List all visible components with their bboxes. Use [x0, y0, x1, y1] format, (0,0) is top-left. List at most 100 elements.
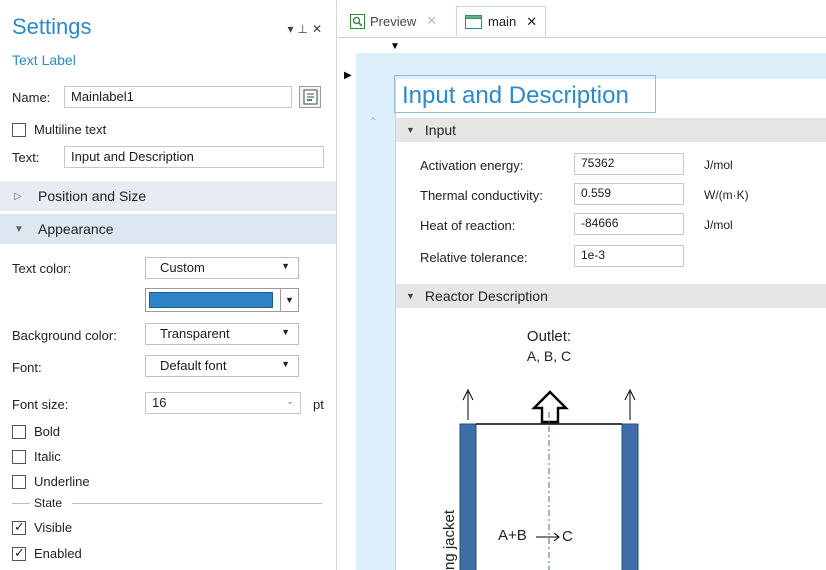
tab-bar: Preview ✕ main ✕: [338, 0, 826, 38]
close-icon[interactable]: ✕: [312, 22, 326, 36]
italic-label: Italic: [34, 449, 61, 464]
position-size-label: Position and Size: [38, 188, 147, 204]
chevron-right-icon: ▷: [14, 190, 22, 202]
tab-main-label: main: [488, 14, 517, 29]
chevron-up-icon: ⌃: [368, 115, 379, 129]
pin-icon[interactable]: ⊥: [297, 22, 311, 36]
visible-checkbox[interactable]: [12, 519, 26, 535]
reactor-diagram: Outlet: A, B, C A+B C ng jacket: [441, 328, 639, 570]
note-icon: [303, 89, 318, 105]
bg-color-label: Background color:: [12, 328, 117, 343]
chevron-down-icon: ▼: [406, 125, 415, 135]
close-icon[interactable]: ✕: [526, 14, 537, 30]
settings-title: Settings: [12, 14, 92, 39]
bold-label: Bold: [34, 424, 61, 439]
tab-preview-label: Preview: [370, 13, 417, 29]
preview-icon: [350, 13, 365, 29]
jacket-wall: [621, 423, 639, 570]
outlet-label: Outlet:: [527, 328, 571, 345]
edit-label-button[interactable]: [299, 86, 321, 108]
state-divider: [72, 503, 322, 504]
chevron-down-icon: ▼: [406, 291, 415, 301]
multiline-row[interactable]: Multiline text: [12, 122, 106, 137]
font-label: Font:: [12, 360, 42, 375]
enabled-label: Enabled: [34, 546, 82, 561]
panel-window-controls: ▾⊥✕: [287, 22, 326, 36]
unit-label: J/mol: [704, 218, 733, 232]
italic-checkbox[interactable]: [12, 449, 26, 464]
bold-row[interactable]: Bold: [12, 424, 60, 439]
name-field[interactable]: Mainlabel1: [64, 86, 292, 108]
relative-tolerance-input[interactable]: 1e-3: [574, 245, 684, 267]
enabled-checkbox[interactable]: [12, 545, 26, 561]
column-marker-icon[interactable]: ▼: [390, 41, 400, 52]
jacket-wall: [459, 423, 477, 570]
tab-preview[interactable]: Preview ✕: [342, 6, 445, 36]
visible-row[interactable]: Visible: [12, 519, 73, 535]
chevron-down-icon: ▼: [14, 223, 24, 235]
dropdown-arrow-icon[interactable]: ▼: [280, 289, 298, 311]
bg-color-select[interactable]: Transparent ▼: [145, 323, 299, 345]
font-size-input[interactable]: 16 ⌄: [145, 392, 301, 414]
state-divider: [12, 503, 30, 504]
input-section-header[interactable]: ▼ Input: [396, 118, 826, 142]
row-marker-icon[interactable]: ▶: [344, 70, 352, 81]
left-ruler: [356, 53, 396, 570]
chevron-down-icon[interactable]: ▾: [287, 22, 297, 36]
position-size-section[interactable]: ▷ Position and Size: [0, 181, 336, 211]
visible-label: Visible: [34, 520, 73, 535]
chevron-down-icon[interactable]: ⌄: [286, 396, 294, 407]
input-label: Relative tolerance:: [420, 250, 528, 265]
settings-panel: Settings Text Label ▾⊥✕ Name: Mainlabel1…: [0, 0, 337, 570]
text-color-value: Custom: [160, 260, 205, 275]
heat-of-reaction-input[interactable]: -84666: [574, 213, 684, 235]
form-editor: Preview ✕ main ✕ ▼ ▶ ⌃ Input and Descrip…: [338, 0, 826, 570]
dropdown-arrow-icon: ▼: [281, 327, 290, 337]
outlet-species: A, B, C: [527, 348, 571, 364]
text-field[interactable]: Input and Description: [64, 146, 324, 168]
reactor-section-header[interactable]: ▼ Reactor Description: [396, 284, 826, 308]
appearance-section[interactable]: ▼ Appearance: [0, 214, 336, 244]
custom-color-picker[interactable]: ▼: [145, 288, 299, 312]
enabled-row[interactable]: Enabled: [12, 545, 82, 561]
unit-label: J/mol: [704, 158, 733, 172]
underline-checkbox[interactable]: [12, 474, 26, 489]
text-label: Text:: [12, 150, 40, 165]
appearance-label: Appearance: [38, 221, 114, 237]
font-value: Default font: [160, 358, 227, 373]
font-select[interactable]: Default font ▼: [145, 355, 299, 377]
tab-main[interactable]: main ✕: [456, 6, 547, 36]
close-icon[interactable]: ✕: [426, 13, 437, 29]
input-label: Thermal conductivity:: [420, 188, 543, 203]
multiline-label: Multiline text: [34, 122, 107, 137]
reactor-section-label: Reactor Description: [424, 288, 548, 304]
form-canvas[interactable]: ▼ ▶ ⌃ Input and Description ▼ Input Acti…: [338, 38, 826, 570]
multiline-checkbox[interactable]: [12, 122, 26, 137]
bold-checkbox[interactable]: [12, 424, 26, 439]
thermal-conductivity-input[interactable]: 0.559: [574, 183, 684, 205]
color-swatch: [149, 292, 273, 308]
unit-label: W/(m·K): [704, 188, 749, 202]
settings-subtitle: Text Label: [12, 52, 76, 68]
text-color-label: Text color:: [12, 261, 72, 276]
input-label: Heat of reaction:: [420, 218, 516, 233]
underline-label: Underline: [34, 474, 90, 489]
product-label: C: [562, 528, 573, 545]
form-title[interactable]: Input and Description: [402, 82, 629, 110]
underline-row[interactable]: Underline: [12, 474, 90, 489]
form-icon: [465, 15, 482, 29]
name-label: Name:: [12, 90, 51, 105]
input-section-label: Input: [424, 122, 457, 138]
font-size-label: Font size:: [12, 397, 69, 412]
dropdown-arrow-icon: ▼: [281, 359, 290, 369]
jacket-label: ng jacket: [441, 509, 458, 570]
activation-energy-input[interactable]: 75362: [574, 153, 684, 175]
reaction-label: A+B: [498, 527, 527, 544]
font-size-value: 16: [152, 395, 167, 410]
text-color-select[interactable]: Custom ▼: [145, 257, 299, 279]
input-label: Activation energy:: [420, 158, 524, 173]
dropdown-arrow-icon: ▼: [281, 261, 290, 271]
outlet-arrow-icon: [531, 390, 569, 424]
italic-row[interactable]: Italic: [12, 449, 61, 464]
bg-color-value: Transparent: [160, 326, 230, 341]
